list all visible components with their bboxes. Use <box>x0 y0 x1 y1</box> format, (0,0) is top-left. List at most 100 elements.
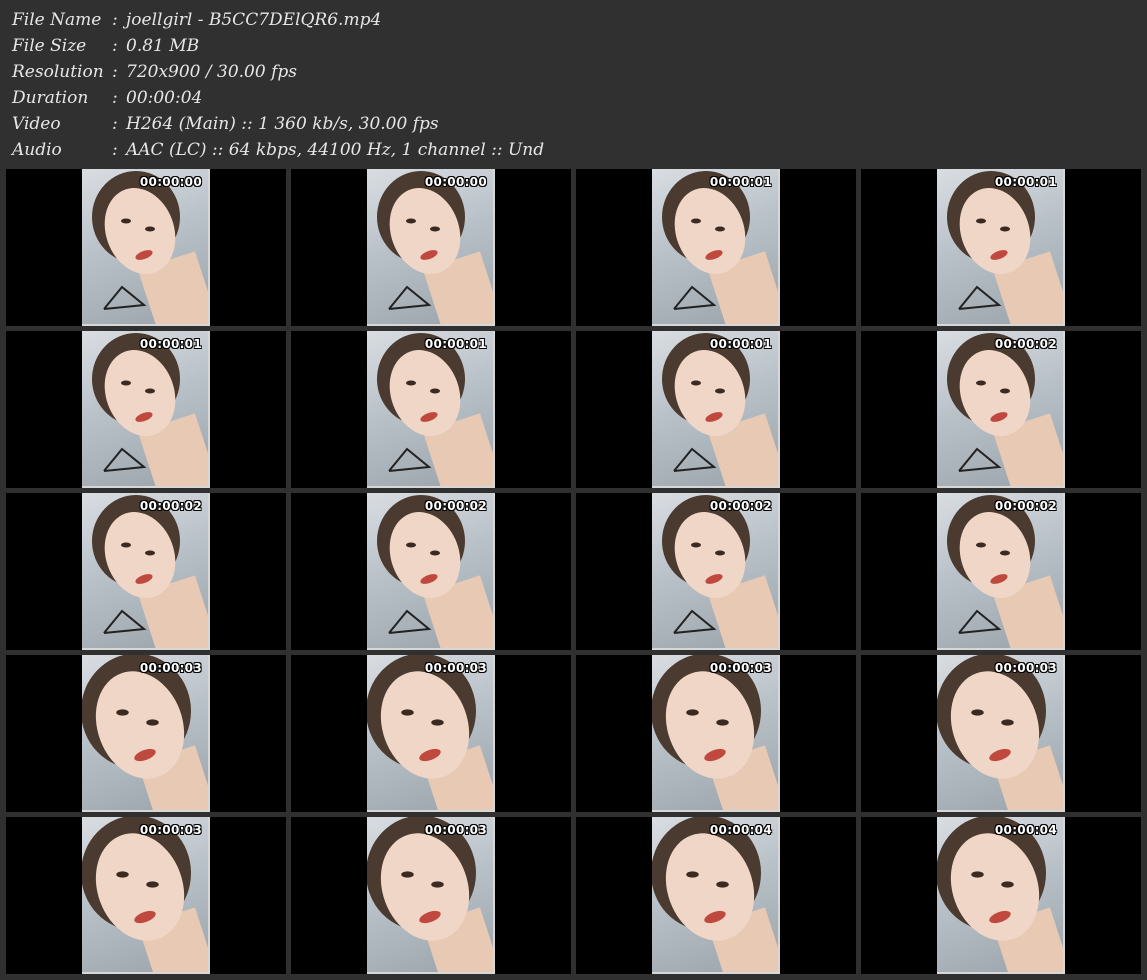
video-frame-thumbnail: 00:00:03 <box>82 817 210 974</box>
frame-timestamp: 00:00:03 <box>139 661 202 675</box>
frame-image <box>662 171 778 324</box>
info-label: File Name <box>12 10 102 30</box>
info-row-audio: Audio : AAC (LC) :: 64 kbps, 44100 Hz, 1… <box>12 137 544 163</box>
thumbnail-cell: 00:00:04 <box>861 817 1141 974</box>
video-frame-thumbnail: 00:00:04 <box>652 817 780 974</box>
thumbnail-cell: 00:00:01 <box>6 331 286 488</box>
eye-shape <box>691 542 701 548</box>
frame-image <box>377 495 493 648</box>
info-label: Resolution <box>12 62 104 82</box>
info-label: Video <box>12 114 61 134</box>
eye-shape <box>976 380 986 386</box>
thumbnail-cell: 00:00:02 <box>576 493 856 650</box>
hanger-shape <box>103 447 147 472</box>
eye-shape <box>1000 388 1010 394</box>
info-value: 720x900 / 30.00 fps <box>126 62 297 82</box>
info-separator: : <box>112 114 118 134</box>
hanger-shape <box>388 285 432 310</box>
frame-timestamp: 00:00:03 <box>424 661 487 675</box>
eye-shape <box>121 542 131 548</box>
thumbnail-cell: 00:00:02 <box>861 493 1141 650</box>
hanger-shape <box>673 447 717 472</box>
thumbnail-cell: 00:00:00 <box>291 169 571 326</box>
eye-shape <box>146 881 159 888</box>
frame-image <box>937 817 1063 972</box>
frame-timestamp: 00:00:00 <box>139 175 202 189</box>
frame-timestamp: 00:00:01 <box>424 337 487 351</box>
info-separator: : <box>112 88 118 108</box>
frame-image <box>82 655 208 810</box>
hanger-shape <box>103 285 147 310</box>
video-frame-thumbnail: 00:00:02 <box>652 493 780 650</box>
video-frame-thumbnail: 00:00:02 <box>937 331 1065 488</box>
frame-timestamp: 00:00:01 <box>994 175 1057 189</box>
thumbnail-cell: 00:00:03 <box>6 655 286 812</box>
eye-shape <box>976 542 986 548</box>
eye-shape <box>146 719 159 726</box>
eye-shape <box>686 871 699 878</box>
frame-image <box>367 817 493 972</box>
video-frame-thumbnail: 00:00:02 <box>937 493 1065 650</box>
video-frame-thumbnail: 00:00:01 <box>82 331 210 488</box>
frame-timestamp: 00:00:02 <box>994 337 1057 351</box>
hanger-shape <box>673 285 717 310</box>
eye-shape <box>1001 881 1014 888</box>
eye-shape <box>145 550 155 556</box>
thumbnail-cell: 00:00:03 <box>6 817 286 974</box>
eye-shape <box>715 550 725 556</box>
info-row-file-size: File Size : 0.81 MB <box>12 33 544 59</box>
info-row-resolution: Resolution : 720x900 / 30.00 fps <box>12 59 544 85</box>
frame-image <box>662 495 778 648</box>
eye-shape <box>715 226 725 232</box>
thumbnail-cell: 00:00:03 <box>576 655 856 812</box>
eye-shape <box>431 719 444 726</box>
frame-timestamp: 00:00:01 <box>139 337 202 351</box>
frame-timestamp: 00:00:01 <box>709 175 772 189</box>
frame-timestamp: 00:00:02 <box>139 499 202 513</box>
info-row-duration: Duration : 00:00:04 <box>12 85 544 111</box>
info-separator: : <box>112 140 118 160</box>
thumbnail-cell: 00:00:02 <box>291 493 571 650</box>
frame-image <box>92 171 208 324</box>
eye-shape <box>715 388 725 394</box>
frame-timestamp: 00:00:03 <box>139 823 202 837</box>
eye-shape <box>1001 719 1014 726</box>
eye-shape <box>401 871 414 878</box>
frame-image <box>367 655 493 810</box>
frame-timestamp: 00:00:02 <box>994 499 1057 513</box>
eye-shape <box>691 218 701 224</box>
eye-shape <box>716 881 729 888</box>
video-frame-thumbnail: 00:00:03 <box>82 655 210 812</box>
frame-image <box>652 655 778 810</box>
eye-shape <box>430 550 440 556</box>
thumbnail-cell: 00:00:01 <box>861 169 1141 326</box>
frame-timestamp: 00:00:04 <box>994 823 1057 837</box>
frame-image <box>652 817 778 972</box>
eye-shape <box>716 719 729 726</box>
video-frame-thumbnail: 00:00:01 <box>937 169 1065 326</box>
hanger-shape <box>958 609 1002 634</box>
eye-shape <box>430 388 440 394</box>
frame-timestamp: 00:00:02 <box>709 499 772 513</box>
eye-shape <box>431 881 444 888</box>
frame-image <box>92 495 208 648</box>
frame-image <box>947 495 1063 648</box>
thumbnail-cell: 00:00:02 <box>6 493 286 650</box>
thumbnail-cell: 00:00:01 <box>291 331 571 488</box>
video-frame-thumbnail: 00:00:04 <box>937 817 1065 974</box>
info-separator: : <box>112 36 118 56</box>
info-separator: : <box>112 62 118 82</box>
frame-image <box>947 333 1063 486</box>
info-value: joellgirl - B5CC7DElQR6.mp4 <box>126 10 382 30</box>
video-frame-thumbnail: 00:00:01 <box>652 331 780 488</box>
eye-shape <box>116 709 129 716</box>
eye-shape <box>691 380 701 386</box>
hanger-shape <box>673 609 717 634</box>
thumbnail-cell: 00:00:03 <box>291 655 571 812</box>
frame-image <box>377 171 493 324</box>
thumbnail-grid: 00:00:00 00:00:00 00:00:01 00:00:01 00:00:01… <box>6 169 1141 977</box>
frame-timestamp: 00:00:03 <box>709 661 772 675</box>
hanger-shape <box>388 447 432 472</box>
info-separator: : <box>112 10 118 30</box>
info-value: 00:00:04 <box>126 88 203 108</box>
